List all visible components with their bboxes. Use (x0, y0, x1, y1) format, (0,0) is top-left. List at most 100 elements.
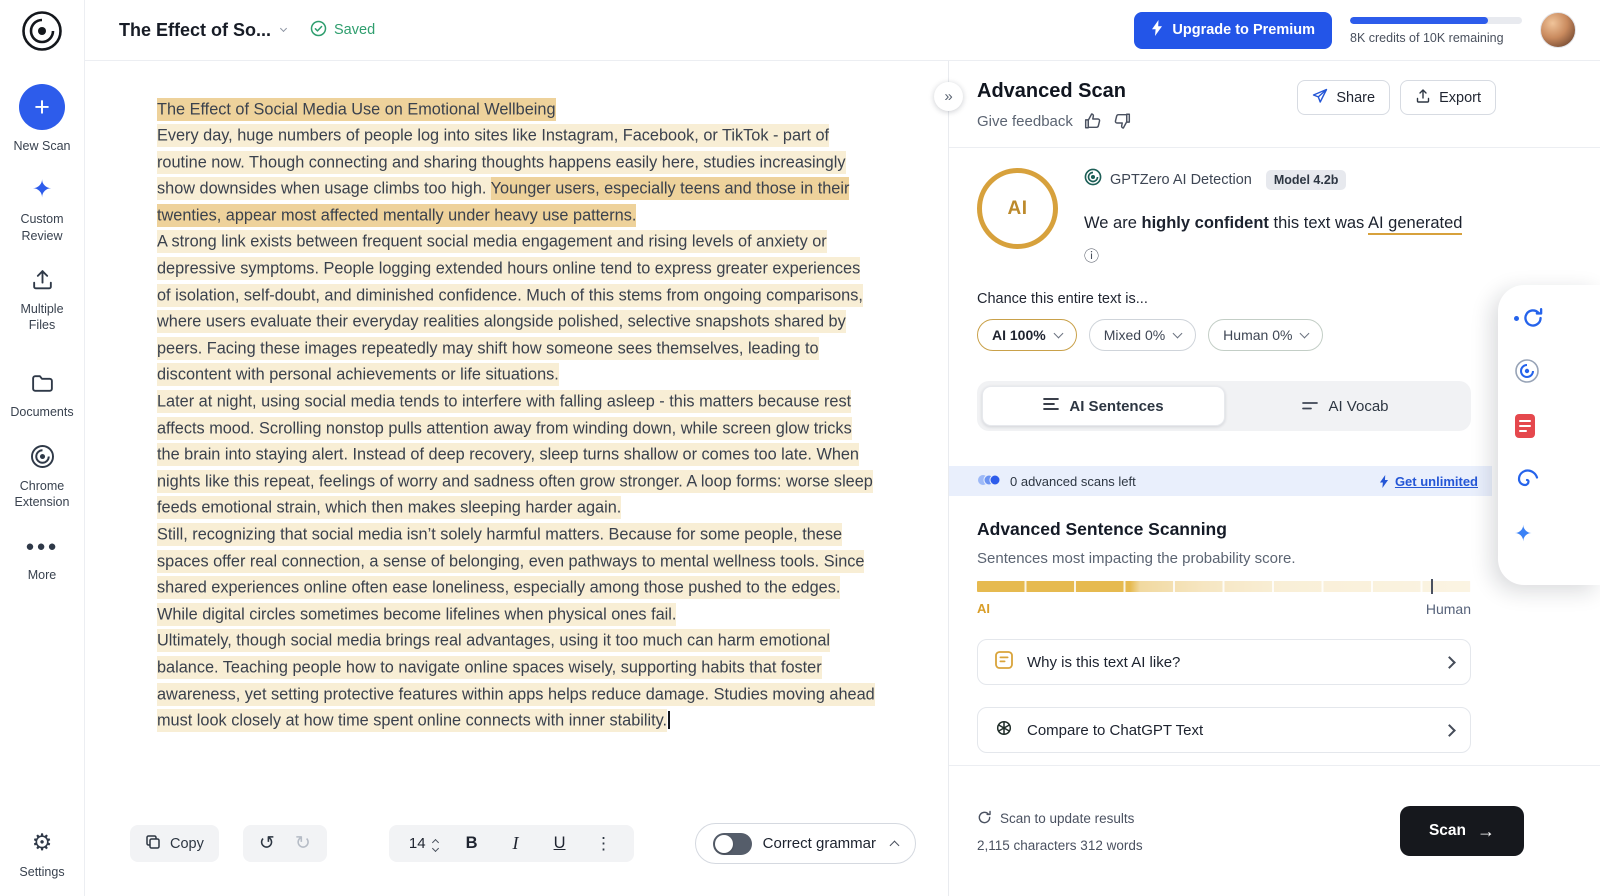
scale-human-label: Human (1426, 601, 1471, 617)
pill-mixed[interactable]: Mixed 0% (1089, 319, 1196, 351)
extension-spiral-icon[interactable] (1514, 468, 1540, 494)
sidebar-item-settings[interactable]: ⚙ Settings (0, 830, 84, 880)
grammar-toggle[interactable] (713, 833, 752, 855)
sidebar-item-label: New Scan (14, 138, 71, 154)
share-button[interactable]: Share (1297, 80, 1390, 115)
detection-result: AI GPTZero AI Detection Model 4.2b (977, 168, 1600, 266)
doc-paragraph: Ultimately, though social media brings r… (157, 628, 876, 734)
more-formatting-button[interactable]: ⋮ (582, 825, 626, 862)
thumbs-down-icon[interactable] (1113, 112, 1131, 130)
sidebar-item-label: Settings (19, 864, 64, 880)
top-header: The Effect of So... Saved Upgrade to Pre… (85, 0, 1600, 61)
sidebar-item-documents[interactable]: Documents (0, 370, 84, 420)
compare-chatgpt-card[interactable]: Compare to ChatGPT Text (977, 707, 1471, 753)
why-ai-card[interactable]: Why is this text AI like? (977, 639, 1471, 685)
sidebar-item-chrome-extension[interactable]: Chrome Extension (0, 444, 84, 511)
sparkle-icon: ✦ (32, 177, 52, 203)
credits-progress-bar (1350, 17, 1522, 24)
gptzero-logo[interactable] (20, 9, 64, 58)
sidebar: + New Scan ✦ Custom Review Multiple File… (0, 0, 85, 896)
credits-meter: 8K credits of 10K remaining (1350, 15, 1522, 45)
bolt-icon (1151, 20, 1163, 40)
chevron-right-icon (1443, 724, 1456, 737)
document-title-menu[interactable]: The Effect of So... (119, 20, 286, 41)
compare-chatgpt-label: Compare to ChatGPT Text (1027, 722, 1203, 739)
grammar-label: Correct grammar (763, 835, 876, 852)
copy-icon (145, 834, 161, 854)
scan-button[interactable]: Scan → (1400, 806, 1524, 856)
gptzero-app: + New Scan ✦ Custom Review Multiple File… (0, 0, 1600, 896)
doc-paragraph: A strong link exists between frequent so… (157, 229, 876, 389)
doc-paragraph: Every day, huge numbers of people log in… (157, 123, 876, 229)
refresh-icon (977, 810, 992, 828)
stepper-down-icon[interactable] (432, 844, 439, 851)
extension-pdf-icon[interactable] (1514, 413, 1536, 439)
credits-fill (1350, 17, 1488, 24)
extension-refresh-icon[interactable] (1514, 307, 1544, 329)
editor-toolbar: Copy ↺ ↻ 14 B I U ⋮ (85, 823, 948, 864)
format-toolbar: 14 B I U ⋮ (389, 825, 634, 862)
stepper-arrows (433, 837, 438, 851)
pill-human[interactable]: Human 0% (1208, 319, 1323, 351)
feedback-label: Give feedback (977, 113, 1073, 130)
upgrade-premium-button[interactable]: Upgrade to Premium (1134, 12, 1332, 49)
bold-button[interactable]: B (450, 825, 494, 862)
doc-sentence[interactable]: A strong link exists between frequent so… (157, 230, 863, 386)
ai-generated-highlight: AI generated (1368, 214, 1463, 235)
ai-score-label: AI (1008, 198, 1028, 220)
copy-button[interactable]: Copy (130, 825, 219, 862)
sidebar-item-new-scan[interactable]: + New Scan (0, 84, 84, 154)
doc-sentence[interactable]: The Effect of Social Media Use on Emotio… (157, 98, 556, 121)
font-size-stepper[interactable]: 14 (397, 835, 450, 852)
doc-sentence[interactable]: Ultimately, though social media brings r… (157, 629, 875, 732)
doc-paragraph: Later at night, using social media tends… (157, 389, 876, 522)
get-unlimited-link[interactable]: Get unlimited (1379, 474, 1478, 489)
tab-ai-vocab[interactable]: AI Vocab (1225, 386, 1466, 426)
sidebar-item-more[interactable]: ●●● More (0, 533, 84, 583)
sidebar-item-label: Chrome Extension (7, 478, 77, 511)
chevron-down-icon (1300, 329, 1310, 339)
undo-button[interactable]: ↺ (249, 825, 285, 862)
scale-labels: AI Human (977, 601, 1471, 617)
thumbs-up-icon[interactable] (1084, 112, 1102, 130)
toggle-knob (715, 835, 733, 853)
share-icon (1312, 88, 1328, 108)
document-stats: 2,115 characters 312 words (977, 838, 1143, 853)
scale-marker (1431, 579, 1433, 594)
collapse-panel-button[interactable]: » (934, 82, 963, 111)
export-icon (1415, 88, 1431, 108)
chatgpt-icon (994, 718, 1014, 742)
redo-button[interactable]: ↻ (285, 825, 321, 862)
extension-sparkle-icon[interactable]: ✦ (1514, 523, 1532, 545)
avatar[interactable] (1540, 12, 1576, 48)
ai-score-ring: AI (977, 168, 1058, 249)
scans-left-banner: 0 advanced scans left Get unlimited (949, 466, 1492, 496)
italic-button[interactable]: I (494, 825, 538, 862)
plus-icon: + (19, 84, 65, 130)
collapse-grammar-icon[interactable] (890, 840, 900, 850)
sidebar-item-multiple-files[interactable]: Multiple Files (0, 267, 84, 334)
feedback-row: Give feedback (977, 112, 1131, 130)
notification-dot (1514, 316, 1519, 321)
sidebar-item-custom-review[interactable]: ✦ Custom Review (0, 177, 84, 244)
tab-ai-sentences[interactable]: AI Sentences (982, 386, 1225, 426)
pill-ai[interactable]: AI 100% (977, 319, 1077, 351)
scan-credits-icon (977, 473, 1001, 490)
export-button[interactable]: Export (1400, 80, 1496, 115)
scans-left-text: 0 advanced scans left (1010, 474, 1136, 489)
underline-button[interactable]: U (538, 825, 582, 862)
doc-sentence[interactable]: Still, recognizing that social media isn… (157, 523, 864, 626)
doc-paragraph: Still, recognizing that social media isn… (157, 522, 876, 628)
document-text[interactable]: The Effect of Social Media Use on Emotio… (85, 61, 948, 734)
vocab-icon (1302, 398, 1318, 415)
panel-title: Advanced Scan (977, 80, 1131, 103)
extension-checker-icon[interactable] (1514, 358, 1540, 384)
credits-text: 8K credits of 10K remaining (1350, 31, 1522, 45)
info-icon[interactable]: ⓘ (1084, 245, 1099, 266)
doc-sentence[interactable]: Later at night, using social media tends… (157, 390, 873, 519)
sidebar-item-label: More (28, 567, 56, 583)
scan-update-label: Scan to update results (1000, 811, 1134, 826)
sidebar-item-label: Custom Review (7, 211, 77, 244)
chevron-right-icon (1443, 656, 1456, 669)
chrome-extension-icon (30, 444, 55, 470)
